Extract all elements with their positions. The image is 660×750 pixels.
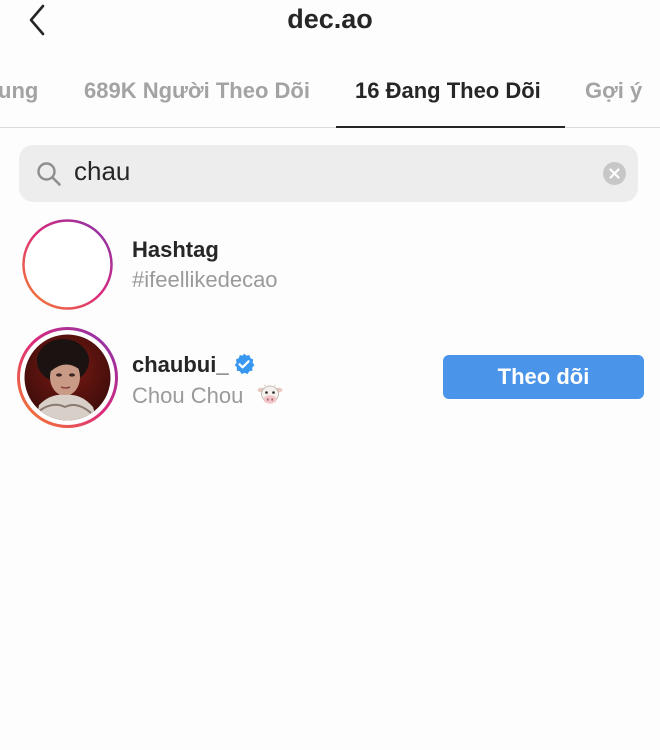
hashtag-icon [22,219,113,310]
clear-icon [609,168,620,179]
hashtag-title: Hashtag [132,237,219,262]
header: dec.ao [0,0,660,50]
tab-partial-left[interactable]: ung [0,78,38,104]
search-icon [37,162,61,186]
tab-following[interactable]: 16 Đang Theo Dõi [355,78,541,104]
page-title: dec.ao [287,4,373,34]
active-tab-indicator [336,126,565,128]
follow-button[interactable]: Theo dõi [443,355,644,399]
cow-face-icon [257,384,283,404]
avatar [17,327,118,428]
hashtag-subtitle: #ifeellikedecao [132,267,278,292]
tab-bar: ung 689K Người Theo Dõi 16 Đang Theo Dõi… [0,50,660,128]
username: chaubui_ [132,352,229,377]
tab-suggested[interactable]: Gợi ý [585,78,642,104]
verified-badge-icon [234,353,255,374]
clear-search-button[interactable] [603,162,626,185]
user-full-name: Chou Chou [132,383,244,408]
search-input[interactable]: chau [74,156,130,187]
tab-followers[interactable]: 689K Người Theo Dõi [84,78,310,104]
